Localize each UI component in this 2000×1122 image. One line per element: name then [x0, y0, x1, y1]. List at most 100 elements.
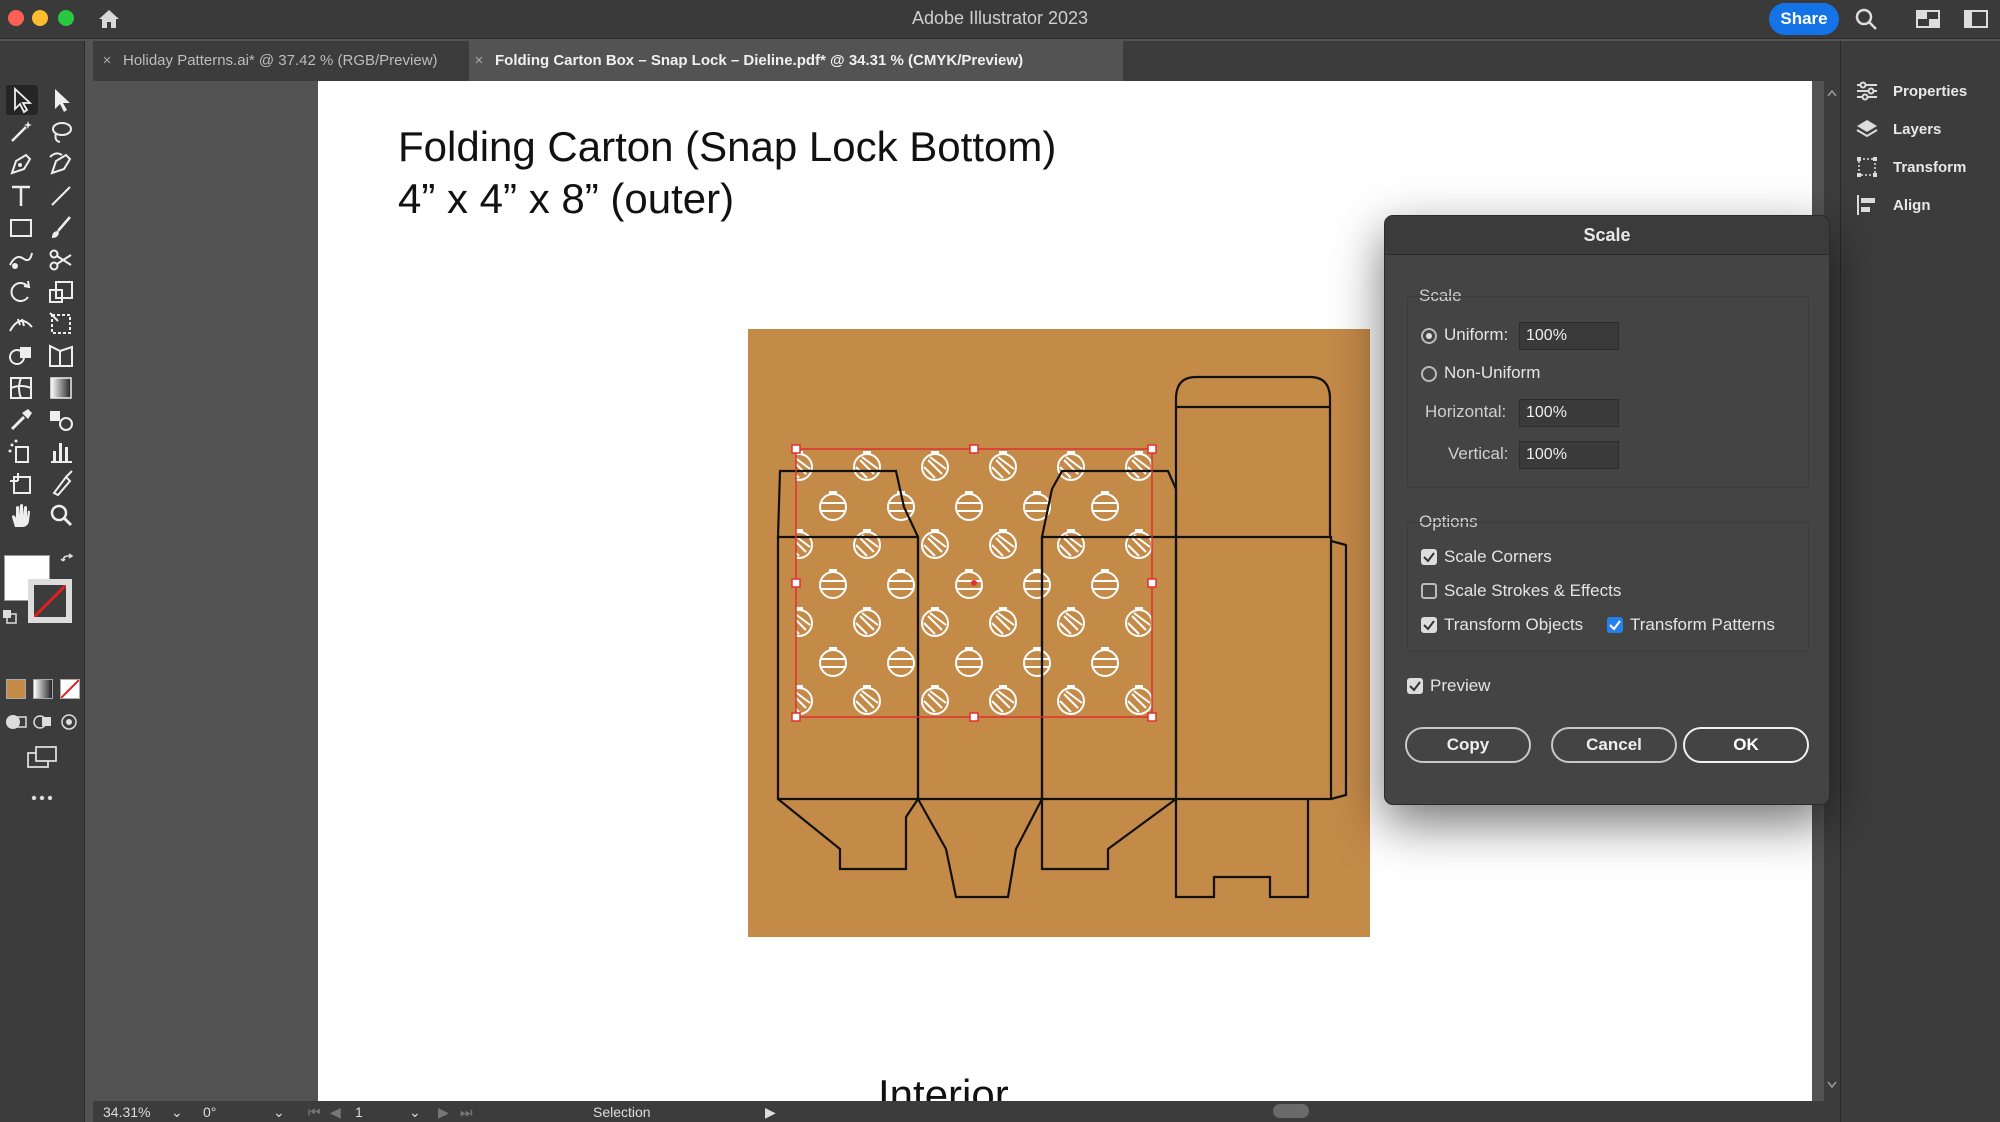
zoom-dropdown-icon[interactable]: ⌄ — [171, 1104, 183, 1121]
transform-patterns-checkbox[interactable] — [1607, 617, 1623, 633]
mesh-tool-icon[interactable] — [6, 373, 38, 403]
type-tool-icon[interactable] — [6, 181, 38, 211]
swap-fill-stroke-icon[interactable] — [60, 553, 76, 569]
transform-objects-checkbox[interactable] — [1421, 617, 1437, 633]
draw-inside-icon[interactable] — [58, 711, 80, 733]
stroke-swatch[interactable] — [28, 579, 72, 623]
previous-artboard-icon[interactable]: ◀ — [330, 1104, 341, 1121]
selection-tool-icon[interactable] — [6, 85, 38, 115]
copy-button[interactable]: Copy — [1405, 727, 1531, 763]
next-artboard-icon[interactable]: ▶ — [438, 1104, 449, 1121]
vertical-input[interactable] — [1519, 441, 1619, 469]
draw-normal-icon[interactable] — [4, 711, 30, 733]
slice-tool-icon[interactable] — [46, 469, 78, 499]
tab-folding-carton[interactable]: × Folding Carton Box – Snap Lock – Dielin… — [469, 41, 1123, 81]
paintbrush-tool-icon[interactable] — [46, 213, 78, 243]
arrange-panels-icon[interactable] — [1963, 7, 1989, 31]
uniform-input[interactable] — [1519, 322, 1619, 350]
artboard-interior-label: Interior — [878, 1071, 1009, 1101]
color-mode-swatch[interactable] — [6, 679, 26, 699]
edit-toolbar-icon[interactable] — [30, 793, 54, 803]
vertical-label: Vertical: — [1448, 444, 1509, 463]
panel-item-label: Align — [1893, 196, 1931, 214]
scale-tool-icon[interactable] — [46, 277, 78, 307]
rotation-dropdown-icon[interactable]: ⌄ — [273, 1104, 285, 1121]
preview-label: Preview — [1430, 676, 1491, 695]
transform-objects-label: Transform Objects — [1444, 615, 1584, 634]
rotate-tool-icon[interactable] — [6, 277, 38, 307]
right-panel-dock: Properties Layers Transform Align — [1840, 41, 2000, 1122]
carton-dieline[interactable] — [748, 329, 1370, 937]
draw-behind-icon[interactable] — [32, 711, 54, 733]
eyedropper-tool-icon[interactable] — [6, 405, 38, 435]
tab-holiday-patterns[interactable]: × Holiday Patterns.ai* @ 37.42 % (RGB/Pre… — [97, 41, 469, 81]
align-icon — [1857, 195, 1875, 215]
status-menu-arrow-icon[interactable]: ▶ — [765, 1104, 776, 1121]
perspective-grid-tool-icon[interactable] — [46, 341, 78, 371]
zoom-level[interactable]: 34.31% — [103, 1104, 150, 1120]
gradient-mode-swatch[interactable] — [33, 679, 53, 699]
column-graph-tool-icon[interactable] — [46, 437, 78, 467]
artboard-dropdown-icon[interactable]: ⌄ — [409, 1104, 421, 1121]
ok-button[interactable]: OK — [1683, 727, 1809, 763]
blend-tool-icon[interactable] — [46, 405, 78, 435]
tab-close-icon[interactable]: × — [97, 41, 117, 81]
horizontal-input[interactable] — [1519, 399, 1619, 427]
tab-close-icon[interactable]: × — [469, 41, 489, 81]
current-tool-label: Selection — [593, 1104, 651, 1120]
zoom-tool-icon[interactable] — [46, 501, 78, 531]
scale-corners-label: Scale Corners — [1444, 547, 1552, 566]
panel-item-align[interactable]: Align — [1855, 189, 1931, 221]
panel-item-transform[interactable]: Transform — [1855, 151, 1966, 183]
change-screen-mode-icon[interactable] — [26, 745, 58, 771]
panel-item-properties[interactable]: Properties — [1855, 75, 1967, 107]
uniform-label: Uniform: — [1444, 325, 1509, 344]
shaper-tool-icon[interactable] — [6, 245, 38, 275]
preview-checkbox[interactable] — [1407, 678, 1423, 694]
scroll-up-icon[interactable] — [1827, 89, 1837, 97]
panel-item-label: Transform — [1893, 158, 1967, 176]
hand-tool-icon[interactable] — [6, 501, 38, 531]
rotation-value[interactable]: 0° — [203, 1104, 216, 1120]
scissors-tool-icon[interactable] — [46, 245, 78, 275]
free-transform-tool-icon[interactable] — [46, 309, 78, 339]
none-mode-swatch[interactable] — [60, 679, 80, 699]
horizontal-label: Horizontal: — [1425, 402, 1507, 421]
tab-label: Folding Carton Box – Snap Lock – Dieline… — [495, 52, 1024, 69]
magic-wand-tool-icon[interactable] — [6, 117, 38, 147]
cancel-button[interactable]: Cancel — [1551, 727, 1677, 763]
lasso-tool-icon[interactable] — [46, 117, 78, 147]
uniform-radio[interactable] — [1421, 328, 1437, 344]
width-tool-icon[interactable] — [6, 309, 38, 339]
default-fill-stroke-icon[interactable] — [2, 609, 18, 625]
curvature-tool-icon[interactable] — [46, 149, 78, 179]
symbol-sprayer-tool-icon[interactable] — [6, 437, 38, 467]
scale-corners-checkbox[interactable] — [1421, 549, 1437, 565]
panel-item-layers[interactable]: Layers — [1855, 113, 1941, 145]
non-uniform-radio[interactable] — [1421, 366, 1437, 382]
scroll-down-icon[interactable] — [1827, 1081, 1837, 1089]
document-tab-bar: × Holiday Patterns.ai* @ 37.42 % (RGB/Pre… — [93, 41, 1840, 81]
share-button[interactable]: Share — [1769, 3, 1839, 35]
artboard-tool-icon[interactable] — [6, 469, 38, 499]
dialog-title: Scale — [1385, 216, 1829, 255]
tab-label: Holiday Patterns.ai* @ 37.42 % (RGB/Prev… — [123, 52, 438, 69]
shape-builder-tool-icon[interactable] — [6, 341, 38, 371]
line-tool-icon[interactable] — [46, 181, 78, 211]
tools-panel — [0, 41, 85, 1122]
rectangle-tool-icon[interactable] — [6, 213, 38, 243]
horizontal-scroll-thumb[interactable] — [1273, 1104, 1309, 1118]
panel-item-label: Layers — [1893, 120, 1942, 138]
pen-tool-icon[interactable] — [6, 149, 38, 179]
scale-strokes-checkbox[interactable] — [1421, 583, 1437, 599]
artboard-number[interactable]: 1 — [355, 1104, 363, 1120]
workspace-switcher-icon[interactable] — [1915, 7, 1941, 31]
direct-selection-tool-icon[interactable] — [46, 85, 78, 115]
title-bar: Adobe Illustrator 2023 Share — [0, 0, 2000, 39]
first-artboard-icon[interactable]: ⏮ — [308, 1104, 321, 1121]
search-icon[interactable] — [1853, 7, 1879, 31]
gradient-tool-icon[interactable] — [46, 373, 78, 403]
artboard-title: Folding Carton (Snap Lock Bottom) 4” x 4… — [398, 121, 1056, 225]
last-artboard-icon[interactable]: ⏭ — [460, 1104, 473, 1121]
panel-item-label: Properties — [1893, 82, 1968, 100]
